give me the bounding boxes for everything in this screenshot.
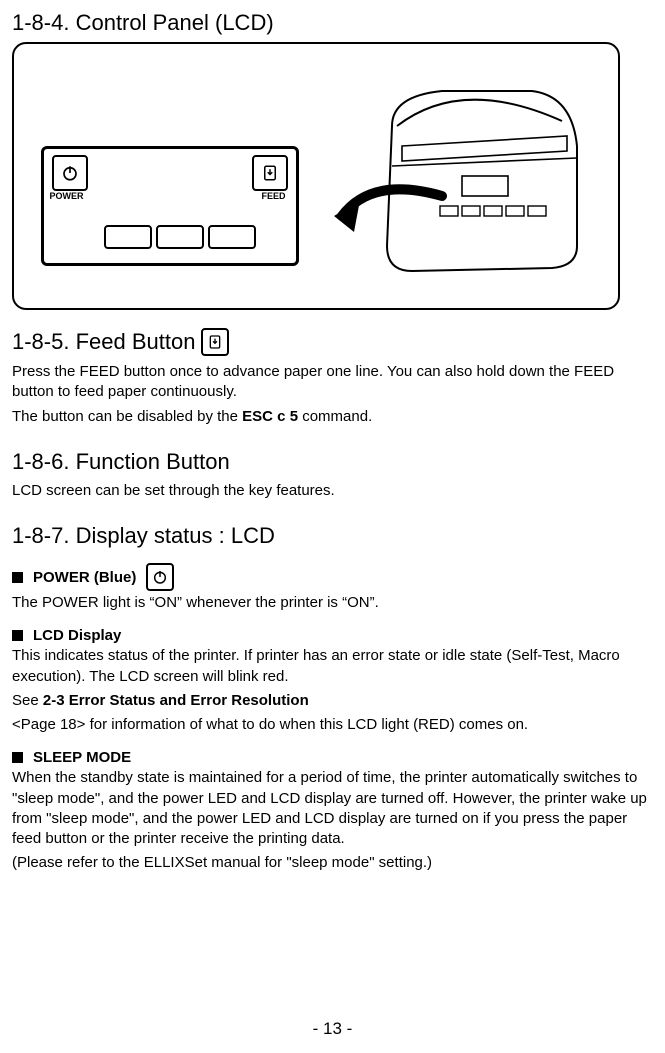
feed-button-icon xyxy=(252,155,288,191)
feed-icon-inline xyxy=(201,328,229,356)
text-lcd-2b: 2-3 Error Status and Error Resolution xyxy=(43,692,309,709)
page: 1-8-4. Control Panel (LCD) POWER FEED xyxy=(0,0,665,1053)
text-power: The POWER light is “ON” whenever the pri… xyxy=(12,593,653,613)
text-sleep-1: When the standby state is maintained for… xyxy=(12,768,653,849)
bullet-power-title: POWER (Blue) xyxy=(33,569,136,586)
text-lcd-1: This indicates status of the printer. If… xyxy=(12,646,653,687)
page-number: - 13 - xyxy=(12,1019,653,1039)
bullet-lcd-title: LCD Display xyxy=(33,627,121,644)
power-button-icon xyxy=(52,155,88,191)
heading-187: 1-8-7. Display status : LCD xyxy=(12,523,653,549)
function-button-3 xyxy=(208,225,256,249)
text-lcd-2: See 2-3 Error Status and Error Resolutio… xyxy=(12,691,653,711)
text-sleep-2: (Please refer to the ELLIXSet manual for… xyxy=(12,853,653,873)
text-lcd-3: <Page 18> for information of what to do … xyxy=(12,715,653,735)
text-185-1: Press the FEED button once to advance pa… xyxy=(12,362,653,403)
text-186-1: LCD screen can be set through the key fe… xyxy=(12,481,653,501)
bullet-square-icon xyxy=(12,572,23,583)
bullet-square-icon xyxy=(12,630,23,641)
text-185-2c: command. xyxy=(298,408,372,425)
printer-illustration xyxy=(332,66,592,286)
heading-186: 1-8-6. Function Button xyxy=(12,449,653,475)
power-icon-inline xyxy=(146,563,174,591)
text-lcd-2a: See xyxy=(12,692,43,709)
heading-185: 1-8-5. Feed Button xyxy=(12,328,653,356)
function-button-1 xyxy=(104,225,152,249)
bullet-square-icon xyxy=(12,752,23,763)
bullet-lcd: LCD Display xyxy=(12,627,653,644)
power-icon xyxy=(61,164,79,182)
bullet-sleep-title: SLEEP MODE xyxy=(33,749,131,766)
feed-label: FEED xyxy=(261,191,285,201)
figure-control-panel: POWER FEED xyxy=(12,42,620,310)
power-icon xyxy=(152,569,168,585)
control-panel-drawing: POWER FEED xyxy=(41,146,299,266)
text-185-2b: ESC c 5 xyxy=(242,408,298,425)
heading-185-text: 1-8-5. Feed Button xyxy=(12,329,195,355)
heading-184: 1-8-4. Control Panel (LCD) xyxy=(12,10,653,36)
function-button-2 xyxy=(156,225,204,249)
bullet-sleep: SLEEP MODE xyxy=(12,749,653,766)
power-label: POWER xyxy=(50,191,84,201)
text-185-2: The button can be disabled by the ESC c … xyxy=(12,407,653,427)
text-185-2a: The button can be disabled by the xyxy=(12,408,242,425)
bullet-power: POWER (Blue) xyxy=(12,563,653,591)
paper-feed-icon xyxy=(261,164,279,182)
paper-feed-icon xyxy=(207,334,223,350)
